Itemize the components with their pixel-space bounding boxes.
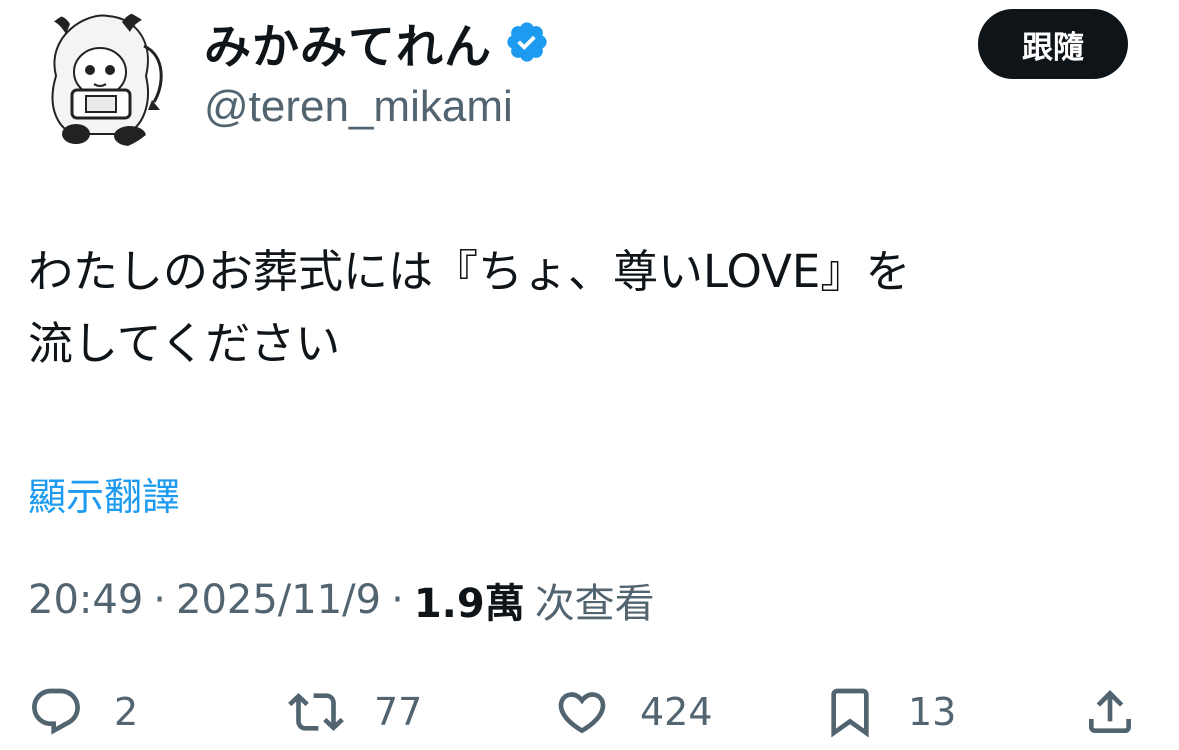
tweet-text: わたしのお葬式には『ちょ、尊いLOVE』を 流してください	[28, 236, 1148, 380]
avatar-illustration	[26, 6, 172, 152]
tweet-date[interactable]: 2025/11/9	[176, 577, 381, 623]
bookmark-count: 13	[908, 690, 957, 734]
tweet-header: みかみてれん @teren_mikami 跟隨	[0, 0, 1179, 160]
meta-separator: ·	[153, 577, 166, 623]
tweet-text-line: 流してください	[28, 317, 341, 370]
share-icon	[1082, 684, 1138, 740]
bookmark-button[interactable]: 13	[822, 680, 956, 744]
repost-icon	[288, 684, 344, 740]
reply-count: 2	[114, 690, 139, 734]
show-translation-link[interactable]: 顯示翻譯	[28, 466, 180, 521]
like-count: 424	[640, 690, 713, 734]
reply-button[interactable]: 2	[28, 680, 138, 744]
heart-icon	[554, 684, 610, 740]
tweet-meta: 20:49 · 2025/11/9 · 1.9萬 次查看	[28, 572, 655, 628]
tweet-text-line: わたしのお葬式には『ちょ、尊いLOVE』を	[28, 245, 911, 298]
action-bar: 2 77 424 13	[0, 680, 1179, 744]
repost-button[interactable]: 77	[288, 680, 422, 744]
display-name[interactable]: みかみてれん	[204, 8, 492, 77]
meta-separator: ·	[391, 577, 404, 623]
share-button[interactable]	[1082, 680, 1138, 744]
avatar[interactable]	[26, 6, 172, 152]
handle[interactable]: @teren_mikami	[204, 82, 513, 132]
like-button[interactable]: 424	[554, 680, 713, 744]
reply-icon	[28, 684, 84, 740]
repost-count: 77	[374, 690, 423, 734]
views-label: 次查看	[534, 581, 655, 627]
name-row: みかみてれん	[204, 14, 550, 73]
views-count: 1.9萬	[413, 581, 525, 627]
bookmark-icon	[822, 684, 878, 740]
tweet-time[interactable]: 20:49	[28, 577, 143, 623]
verified-badge-icon	[504, 19, 550, 65]
follow-button[interactable]: 跟隨	[978, 9, 1128, 79]
